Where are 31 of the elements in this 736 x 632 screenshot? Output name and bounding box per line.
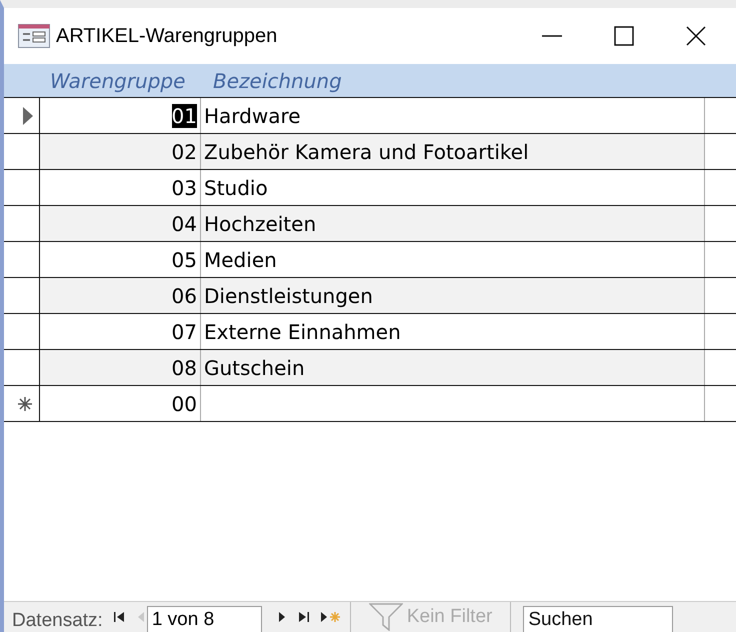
column-header[interactable]: Warengruppe: [40, 68, 201, 92]
table-cell: Dienstleistungen: [201, 278, 705, 313]
record-label: Datensatz:: [12, 610, 103, 632]
table-cell: Hochzeiten: [201, 206, 705, 241]
table-cell: 04: [40, 206, 201, 241]
column-header[interactable]: Bezeichnung: [201, 68, 706, 92]
maximize-icon[interactable]: [614, 26, 634, 46]
table-cell: 05: [40, 242, 201, 277]
table-cell: 00: [40, 386, 201, 421]
table-cell: Gutschein: [201, 350, 705, 385]
table-cell: 03: [40, 170, 201, 205]
filter-icon: [368, 603, 403, 631]
table-cell: 07: [40, 314, 201, 349]
table-cell: Zubehör Kamera und Fotoartikel: [201, 134, 705, 169]
table-cell: Medien: [201, 242, 705, 277]
record-position-field[interactable]: 1 von 8: [146, 606, 262, 632]
table-cell: 08: [40, 350, 201, 385]
new-record-icon: [17, 396, 33, 412]
table-cell: Studio: [201, 170, 705, 205]
table-cell: 06: [40, 278, 201, 313]
table-cell: 01: [40, 98, 201, 133]
last-record-icon[interactable]: [298, 611, 310, 623]
table-cell: 02: [40, 134, 201, 169]
first-record-icon[interactable]: [112, 611, 125, 623]
table-cell: Externe Einnahmen: [201, 314, 705, 349]
new-record-icon[interactable]: [320, 611, 342, 623]
table-cell: Hardware: [201, 98, 705, 133]
close-icon[interactable]: [686, 26, 706, 46]
search-field[interactable]: Suchen: [523, 606, 674, 632]
window-title: ARTIKEL-Warengruppen: [56, 24, 278, 48]
form-icon: [18, 24, 50, 48]
